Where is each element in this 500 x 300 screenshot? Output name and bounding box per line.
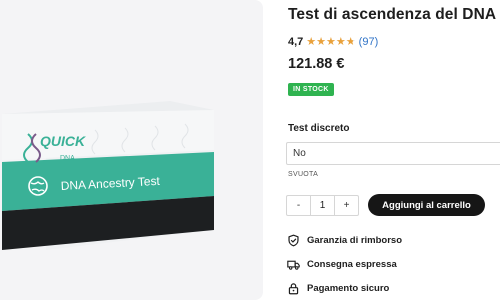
brand-logo-subtext: DNA: [60, 155, 75, 162]
option-label: Test discreto: [288, 123, 350, 134]
feature-money-back: Garanzia di rimborso: [287, 233, 402, 247]
quantity-increase-button[interactable]: +: [335, 196, 358, 215]
quantity-input[interactable]: 1: [310, 196, 335, 215]
truck-icon: [287, 260, 300, 270]
clear-selection-link[interactable]: SVUOTA: [288, 171, 318, 178]
rating-row[interactable]: 4,7 ★ ★ ★ ★ ★ (97): [288, 35, 378, 49]
quantity-decrease-button[interactable]: -: [287, 196, 310, 215]
feature-label: Garanzia di rimborso: [307, 234, 403, 246]
stock-status-badge: IN STOCK: [288, 83, 334, 96]
star-icon: ★: [326, 35, 336, 48]
quantity-stepper: - 1 +: [286, 195, 359, 216]
brand-logo-text: QUICK: [40, 133, 86, 149]
star-icon: ★: [306, 35, 317, 48]
add-to-cart-button[interactable]: Aggiungi al carrello: [368, 194, 485, 216]
star-icon: ★: [335, 35, 346, 48]
rating-count-link[interactable]: (97): [359, 36, 379, 48]
product-box-image: QUICK DNA DNA Ancestry Test: [2, 101, 214, 250]
product-price: 121.88 €: [288, 56, 345, 72]
discreet-test-select[interactable]: No: [286, 142, 500, 165]
rating-stars: ★ ★ ★ ★ ★: [306, 35, 356, 48]
star-icon: ★: [316, 35, 327, 48]
lock-icon: [288, 282, 299, 294]
feature-label: Pagamento sicuro: [307, 282, 390, 294]
star-half-icon: ★: [345, 35, 356, 48]
feature-secure-payment: Pagamento sicuro: [287, 281, 389, 295]
rating-value: 4,7: [288, 36, 304, 48]
shield-check-icon: [288, 234, 299, 246]
feature-label: Consegna espressa: [307, 258, 397, 270]
feature-express-delivery: Consegna espressa: [287, 257, 397, 271]
product-image-panel: QUICK DNA DNA Ancestry Test: [0, 0, 263, 300]
product-title: Test di ascendenza del DNA: [288, 6, 497, 23]
